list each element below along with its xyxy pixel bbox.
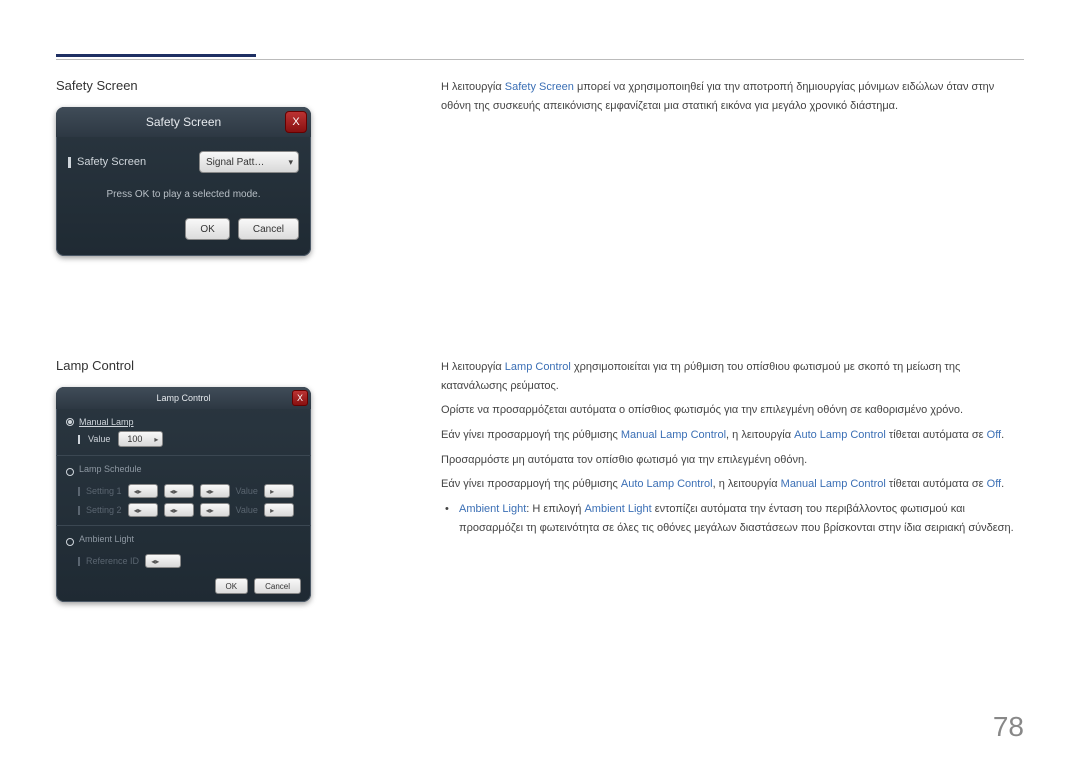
ambient-term: Ambient Light	[459, 503, 526, 515]
safety-window-body: Safety Screen Signal Patt… Press OK to p…	[56, 137, 311, 256]
marker-icon	[78, 506, 80, 515]
spinner[interactable]: ◂▸	[164, 503, 194, 517]
section-lamp-control: Lamp Control Lamp Control X Manual Lamp	[56, 358, 1024, 602]
radio-off-icon[interactable]	[66, 538, 74, 546]
spinner[interactable]: ◂▸	[200, 484, 230, 498]
lamp-description: Η λειτουργία Lamp Control χρησιμοποιείτα…	[441, 358, 1024, 542]
ambient-term: Ambient Light	[584, 503, 651, 515]
safety-window-titlebar: Safety Screen X	[56, 107, 311, 137]
manual-lamp-row: Manual Lamp	[66, 417, 301, 427]
lamp-title: Lamp Control	[56, 358, 311, 373]
auto-lamp-term: Auto Lamp Control	[621, 478, 713, 490]
value-dim-label: Value	[236, 486, 258, 496]
ok-button[interactable]: OK	[185, 218, 229, 240]
manual-lamp-term: Manual Lamp Control	[621, 429, 726, 441]
header-accent-rule	[56, 54, 256, 57]
lamp-window-body: Manual Lamp Value 100 ▸ Lamp Schedule	[56, 409, 311, 602]
lamp-window-titlebar: Lamp Control X	[56, 387, 311, 409]
spinner[interactable]: ▸	[264, 484, 294, 498]
off-term: Off	[987, 478, 1001, 490]
cancel-button[interactable]: Cancel	[254, 578, 301, 594]
ambient-light-row: Ambient Light	[66, 534, 301, 550]
setting2-label: Setting 2	[86, 505, 122, 515]
lamp-p4: Προσαρμόστε μη αυτόματα τον οπίσθιο φωτι…	[441, 451, 1024, 470]
value-label: Value	[88, 434, 110, 444]
safety-buttons: OK Cancel	[68, 218, 299, 246]
ambient-light-label: Ambient Light	[79, 534, 134, 544]
spinner[interactable]: ◂▸	[164, 484, 194, 498]
divider	[56, 525, 311, 526]
marker-icon	[68, 157, 71, 168]
off-term: Off	[987, 429, 1001, 441]
close-icon: X	[292, 116, 299, 128]
safety-hint: Press OK to play a selected mode.	[68, 189, 299, 200]
schedule-setting2-row: Setting 2 ◂▸ ◂▸ ◂▸ Value ▸	[78, 503, 301, 517]
lamp-term: Lamp Control	[505, 361, 571, 373]
value-display: 100	[119, 434, 150, 444]
safety-field-label-text: Safety Screen	[77, 156, 146, 168]
safety-window: Safety Screen X Safety Screen Signal Pat…	[56, 107, 311, 256]
safety-field-row: Safety Screen Signal Patt…	[68, 151, 299, 173]
document-page: Safety Screen Safety Screen X Safety Scr…	[0, 0, 1080, 626]
lamp-schedule-label: Lamp Schedule	[79, 464, 142, 474]
lamp-buttons: OK Cancel	[66, 578, 301, 594]
safety-term: Safety Screen	[505, 81, 574, 93]
radio-on-icon[interactable]	[66, 418, 74, 426]
header-divider	[56, 59, 1024, 60]
section-spacer	[56, 256, 1024, 358]
section-safety-screen: Safety Screen Safety Screen X Safety Scr…	[56, 78, 1024, 256]
close-icon: X	[297, 393, 303, 403]
reference-id-label: Reference ID	[86, 556, 139, 566]
page-number: 78	[993, 711, 1024, 743]
left-column: Safety Screen Safety Screen X Safety Scr…	[56, 78, 311, 256]
spinner[interactable]: ▸	[264, 503, 294, 517]
marker-icon	[78, 557, 80, 566]
schedule-setting1-row: Setting 1 ◂▸ ◂▸ ◂▸ Value ▸	[78, 484, 301, 498]
safety-select[interactable]: Signal Patt…	[199, 151, 299, 173]
ambient-bullet-list: Ambient Light: Η επιλογή Ambient Light ε…	[441, 500, 1024, 537]
safety-description: Η λειτουργία Safety Screen μπορεί να χρη…	[441, 78, 1024, 121]
safety-title: Safety Screen	[56, 78, 311, 93]
safety-field-label: Safety Screen	[68, 156, 146, 168]
marker-icon	[78, 435, 80, 444]
manual-lamp-term: Manual Lamp Control	[781, 478, 886, 490]
marker-icon	[78, 487, 80, 496]
value-row: Value 100 ▸	[78, 431, 301, 447]
left-column: Lamp Control Lamp Control X Manual Lamp	[56, 358, 311, 602]
spinner-arrows: ▸	[150, 435, 162, 444]
lamp-p3: Εάν γίνει προσαρμογή της ρύθμισης Manual…	[441, 426, 1024, 445]
reference-id-row: Reference ID ◂▸	[78, 554, 301, 568]
divider	[56, 455, 311, 456]
ok-button[interactable]: OK	[215, 578, 249, 594]
lamp-p2: Ορίστε να προσαρμόζεται αυτόματα ο οπίσθ…	[441, 401, 1024, 420]
lamp-p1: Η λειτουργία Lamp Control χρησιμοποιείτα…	[441, 358, 1024, 395]
radio-off-icon[interactable]	[66, 468, 74, 476]
close-button[interactable]: X	[285, 111, 307, 133]
manual-lamp-label: Manual Lamp	[79, 417, 134, 427]
close-button[interactable]: X	[292, 390, 308, 406]
value-spinner[interactable]: 100 ▸	[118, 431, 163, 447]
spinner[interactable]: ◂▸	[145, 554, 181, 568]
safety-desc-paragraph: Η λειτουργία Safety Screen μπορεί να χρη…	[441, 78, 1024, 115]
safety-window-title: Safety Screen	[146, 115, 221, 129]
spinner[interactable]: ◂▸	[200, 503, 230, 517]
ambient-bullet: Ambient Light: Η επιλογή Ambient Light ε…	[459, 500, 1024, 537]
value-dim-label: Value	[236, 505, 258, 515]
lamp-schedule-row: Lamp Schedule	[66, 464, 301, 480]
lamp-window-title: Lamp Control	[156, 393, 210, 403]
spinner[interactable]: ◂▸	[128, 503, 158, 517]
safety-select-value: Signal Patt…	[206, 157, 264, 168]
lamp-window: Lamp Control X Manual Lamp Value 100	[56, 387, 311, 602]
lamp-p5: Εάν γίνει προσαρμογή της ρύθμισης Auto L…	[441, 475, 1024, 494]
auto-lamp-term: Auto Lamp Control	[794, 429, 886, 441]
cancel-button[interactable]: Cancel	[238, 218, 299, 240]
setting1-label: Setting 1	[86, 486, 122, 496]
spinner[interactable]: ◂▸	[128, 484, 158, 498]
